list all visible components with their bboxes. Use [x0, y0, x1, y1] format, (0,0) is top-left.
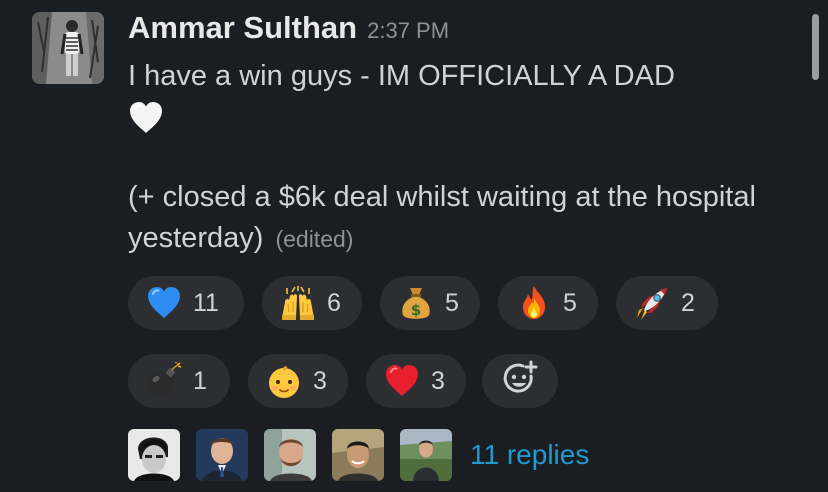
reaction-rocket[interactable]: 2: [616, 276, 718, 330]
add-emoji-icon: [500, 359, 540, 404]
add-reaction-button[interactable]: [482, 354, 558, 408]
red-heart-icon: [383, 362, 421, 400]
message-timestamp[interactable]: 2:37 PM: [367, 18, 449, 44]
reaction-bomb[interactable]: 1: [128, 354, 230, 408]
reaction-count: 6: [327, 288, 341, 317]
rocket-icon: [633, 284, 671, 322]
bomb-icon: [145, 362, 183, 400]
message-line-2: (+ closed a $6k deal whilst waiting at t…: [128, 181, 756, 254]
author-avatar[interactable]: [32, 12, 104, 84]
reaction-raising-hands[interactable]: 6: [262, 276, 362, 330]
reaction-count: 5: [563, 288, 577, 317]
participant-avatar[interactable]: [264, 429, 316, 481]
replies-link[interactable]: 11 replies: [470, 439, 589, 471]
message-line: (+ closed a $6k deal whilst waiting at t…: [128, 177, 788, 260]
participant-avatar[interactable]: [196, 429, 248, 481]
author-name[interactable]: Ammar Sulthan: [128, 10, 357, 46]
scrollbar-thumb[interactable]: [812, 14, 819, 80]
thread-summary[interactable]: 11 replies: [128, 428, 589, 482]
reaction-count: 3: [313, 366, 327, 395]
message-header: Ammar Sulthan 2:37 PM: [128, 10, 449, 50]
raising-hands-icon: [279, 284, 317, 322]
blue-heart-icon: [145, 284, 183, 322]
reaction-red-heart[interactable]: 3: [366, 354, 466, 408]
reaction-count: 1: [193, 366, 207, 395]
participant-avatar[interactable]: [332, 429, 384, 481]
white-heart-icon: [128, 100, 164, 136]
reaction-count: 11: [193, 288, 219, 317]
fire-icon: [515, 284, 553, 322]
participant-avatar[interactable]: [400, 429, 452, 481]
reaction-money-bag[interactable]: $ 5: [380, 276, 480, 330]
message-line: I have a win guys - IM OFFICIALLY A DAD: [128, 60, 675, 92]
participant-avatar[interactable]: [128, 429, 180, 481]
reaction-count: 2: [681, 288, 695, 317]
message: Ammar Sulthan 2:37 PM I have a win guys …: [0, 0, 828, 492]
money-bag-icon: $: [397, 284, 435, 322]
reaction-fire[interactable]: 5: [498, 276, 598, 330]
edited-label: (edited): [275, 226, 354, 252]
baby-icon: [265, 362, 303, 400]
reaction-count: 5: [445, 288, 459, 317]
reaction-count: 3: [431, 366, 445, 395]
reaction-blue-heart[interactable]: 11: [128, 276, 244, 330]
svg-text:$: $: [411, 301, 421, 319]
reaction-baby[interactable]: 3: [248, 354, 348, 408]
message-body: I have a win guys - IM OFFICIALLY A DAD …: [128, 56, 788, 260]
